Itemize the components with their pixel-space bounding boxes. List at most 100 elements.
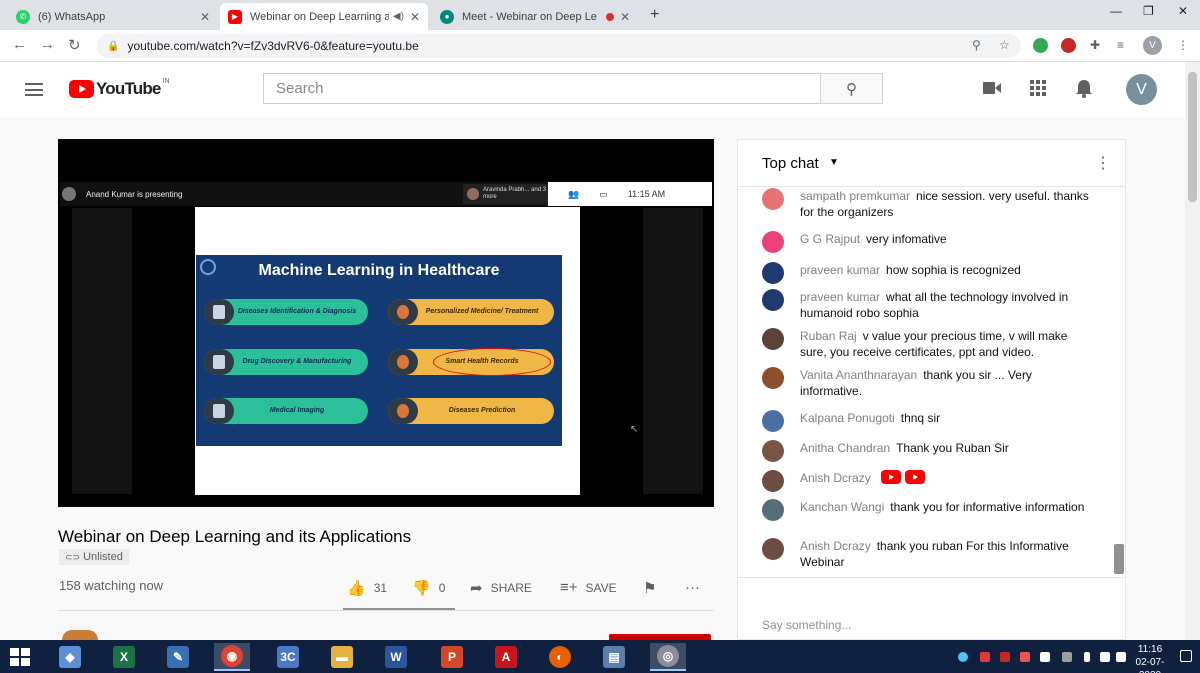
- lock-icon: 🔒: [107, 40, 120, 52]
- taskbar-app[interactable]: 3C: [270, 643, 306, 671]
- taskbar-app[interactable]: X: [106, 643, 142, 671]
- chat-author[interactable]: Anitha Chandran: [800, 441, 890, 455]
- dislike-button[interactable]: 👎 0: [412, 579, 445, 597]
- like-button[interactable]: 👍 31: [347, 579, 387, 597]
- video-player[interactable]: Anand Kumar is presenting Aravinda Prabh…: [58, 139, 714, 507]
- thumbs-up-icon: 👍: [347, 580, 366, 597]
- save-button[interactable]: ≡+ SAVE: [560, 579, 617, 596]
- extension-icon[interactable]: [1033, 38, 1048, 53]
- menu-dots-icon[interactable]: ⋮: [1177, 38, 1189, 52]
- chat-author[interactable]: Ruban Raj: [800, 329, 857, 343]
- hamburger-menu-icon[interactable]: [25, 83, 43, 96]
- chat-avatar: [762, 367, 784, 389]
- tab-meet[interactable]: ● Meet - Webinar on Deep Le ✕: [432, 3, 638, 30]
- chat-author[interactable]: Vanita Ananthnarayan: [800, 368, 917, 382]
- close-icon[interactable]: ✕: [410, 10, 420, 24]
- apps-grid-icon[interactable]: [1030, 80, 1046, 101]
- extension-icon[interactable]: [1061, 38, 1076, 53]
- reload-icon[interactable]: ↻: [68, 36, 81, 54]
- windows-start-icon[interactable]: [10, 648, 30, 666]
- chevron-up-icon[interactable]: [1084, 652, 1090, 662]
- whatsapp-icon: ✆: [16, 9, 30, 24]
- presentation-slide: Machine Learning in Healthcare Diseases …: [195, 207, 580, 495]
- system-clock[interactable]: 11:16 02-07-2020: [1130, 643, 1170, 673]
- tab-whatsapp[interactable]: ✆ (6) WhatsApp ✕: [8, 3, 218, 30]
- youtube-emoji-icon: [880, 470, 901, 484]
- slide-item: Personalized Medicine/ Treatment: [388, 299, 554, 325]
- youtube-logo[interactable]: YouTube IN: [69, 78, 170, 99]
- scrollbar-thumb[interactable]: [1188, 72, 1197, 202]
- forward-icon[interactable]: →: [40, 36, 55, 53]
- bookmark-star-icon[interactable]: ☆: [999, 38, 1010, 52]
- page-scrollbar[interactable]: [1185, 62, 1200, 640]
- chat-avatar: [762, 231, 784, 253]
- tray-icon[interactable]: [958, 652, 968, 662]
- minimize-icon[interactable]: —: [1110, 4, 1122, 18]
- chat-author[interactable]: praveen kumar: [800, 263, 880, 277]
- search-input[interactable]: Search: [263, 73, 821, 104]
- restore-icon[interactable]: ❐: [1143, 4, 1154, 18]
- close-icon[interactable]: ✕: [620, 10, 630, 24]
- tray-icon[interactable]: [980, 652, 990, 662]
- taskbar-app[interactable]: ◎: [650, 643, 686, 671]
- speaker-icon[interactable]: ◀): [393, 11, 404, 22]
- share-button[interactable]: ➦ SHARE: [470, 579, 532, 597]
- chat-author[interactable]: sampath premkumar: [800, 189, 910, 203]
- taskbar-app[interactable]: P: [434, 643, 470, 671]
- presenter-text: Anand Kumar is presenting: [86, 189, 183, 199]
- chat-author[interactable]: Kalpana Ponugoti: [800, 411, 895, 425]
- tray-icon[interactable]: [1040, 652, 1050, 662]
- chat-scrollbar[interactable]: [1113, 188, 1125, 576]
- chat-author[interactable]: Kanchan Wangi: [800, 500, 884, 514]
- channel-avatar[interactable]: [62, 630, 98, 640]
- address-bar[interactable]: 🔒 youtube.com/watch?v=fZv3dvRV6-0&featur…: [97, 34, 1021, 58]
- wifi-icon[interactable]: [1100, 652, 1110, 662]
- clock-time: 11:16: [1137, 644, 1163, 655]
- report-button[interactable]: ⚑: [643, 579, 664, 597]
- reading-list-icon[interactable]: ≡: [1117, 38, 1124, 52]
- word-icon: W: [385, 646, 407, 668]
- profile-avatar[interactable]: V: [1143, 36, 1162, 55]
- notification-center-icon[interactable]: [1180, 650, 1192, 662]
- tray-icon[interactable]: [1000, 652, 1010, 662]
- more-actions-button[interactable]: ···: [685, 579, 708, 596]
- tab-youtube[interactable]: ▶ Webinar on Deep Learning a ◀) ✕: [220, 3, 428, 30]
- app-3c-icon: 3C: [277, 646, 299, 668]
- notification-bell-icon[interactable]: [1076, 80, 1092, 103]
- create-video-icon[interactable]: [983, 80, 1001, 100]
- puzzle-icon[interactable]: ✚: [1090, 38, 1100, 52]
- chevron-down-icon[interactable]: ▼: [829, 157, 839, 168]
- search-icon: ⚲: [846, 80, 857, 98]
- close-window-icon[interactable]: ✕: [1178, 4, 1188, 18]
- taskbar-app[interactable]: W: [378, 643, 414, 671]
- playlist-add-icon: ≡+: [560, 579, 578, 596]
- chat-mode-selector[interactable]: Top chat: [762, 155, 819, 172]
- back-icon[interactable]: ←: [12, 36, 27, 53]
- scrollbar-thumb[interactable]: [1114, 544, 1124, 574]
- chat-author[interactable]: Anish Dcrazy: [800, 539, 871, 553]
- new-tab-icon[interactable]: +: [650, 6, 659, 24]
- search-button[interactable]: ⚲: [820, 73, 883, 104]
- tray-icon[interactable]: [1062, 652, 1072, 662]
- volume-icon[interactable]: [1116, 652, 1126, 662]
- chat-author[interactable]: Anish Dcrazy: [800, 471, 871, 485]
- chat-message-input[interactable]: Say something...: [762, 618, 1102, 639]
- chat-author[interactable]: praveen kumar: [800, 290, 880, 304]
- close-icon[interactable]: ✕: [200, 10, 210, 24]
- account-avatar[interactable]: V: [1126, 74, 1157, 105]
- more-vert-icon[interactable]: ⋮: [1095, 153, 1111, 173]
- imaging-icon: [204, 398, 234, 424]
- chat-bubble-icon: ▭: [599, 188, 608, 199]
- chat-author[interactable]: G G Rajput: [800, 232, 860, 246]
- taskbar-app[interactable]: ◐: [542, 643, 578, 671]
- taskbar-app[interactable]: ◆: [52, 643, 88, 671]
- taskbar-app[interactable]: ▬: [324, 643, 360, 671]
- tray-icon[interactable]: [1020, 652, 1030, 662]
- taskbar-app[interactable]: ✎: [160, 643, 196, 671]
- paint-icon: ✎: [167, 646, 189, 668]
- taskbar-app[interactable]: A: [488, 643, 524, 671]
- chat-avatar: [762, 499, 784, 521]
- zoom-icon[interactable]: ⚲: [972, 38, 981, 52]
- taskbar-app[interactable]: ◉: [214, 643, 250, 671]
- taskbar-app[interactable]: ▤: [596, 643, 632, 671]
